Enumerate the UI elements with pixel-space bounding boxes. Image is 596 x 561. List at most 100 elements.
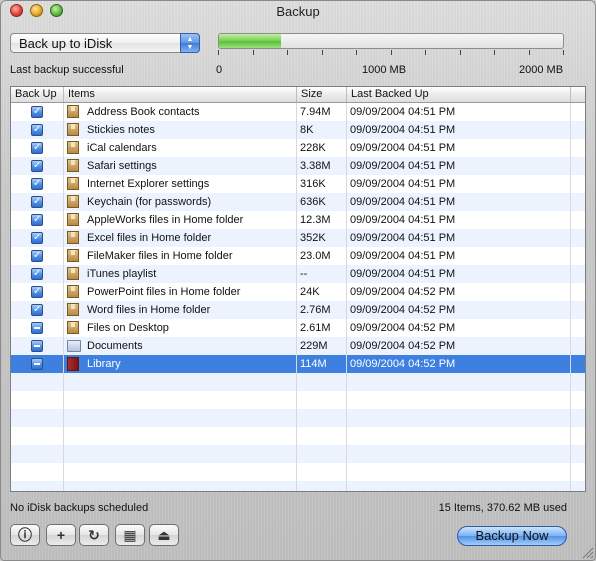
backup-checkbox-checked[interactable] bbox=[31, 250, 43, 262]
backup-checkbox-checked[interactable] bbox=[31, 286, 43, 298]
resize-grip-icon[interactable] bbox=[580, 545, 594, 559]
item-size: 12.3M bbox=[300, 214, 331, 226]
package-icon bbox=[67, 159, 79, 172]
column-header-last-backed-up[interactable]: Last Backed Up bbox=[347, 87, 571, 102]
item-last-backed-up: 09/09/2004 04:51 PM bbox=[350, 160, 456, 172]
backup-checkbox-checked[interactable] bbox=[31, 304, 43, 316]
library-book-icon bbox=[67, 357, 79, 371]
table-row bbox=[11, 445, 585, 463]
item-name: Library bbox=[87, 358, 121, 370]
item-last-backed-up: 09/09/2004 04:51 PM bbox=[350, 124, 456, 136]
item-name: Word files in Home folder bbox=[87, 304, 211, 316]
backup-checkbox-mixed[interactable] bbox=[31, 340, 43, 352]
column-header-items[interactable]: Items bbox=[64, 87, 297, 102]
item-size: 24K bbox=[300, 286, 320, 298]
item-size: 229M bbox=[300, 340, 328, 352]
item-name: Safari settings bbox=[87, 160, 157, 172]
table-row[interactable]: Excel files in Home folder 352K 09/09/2004… bbox=[11, 229, 585, 247]
item-name: Address Book contacts bbox=[87, 106, 200, 118]
backup-checkbox-checked[interactable] bbox=[31, 214, 43, 226]
backup-checkbox-checked[interactable] bbox=[31, 142, 43, 154]
scale-tick bbox=[322, 50, 323, 55]
item-name: Internet Explorer settings bbox=[87, 178, 210, 190]
item-size: 7.94M bbox=[300, 106, 331, 118]
backup-checkbox-checked[interactable] bbox=[31, 124, 43, 136]
table-row[interactable]: FileMaker files in Home folder 23.0M 09/09… bbox=[11, 247, 585, 265]
item-last-backed-up: 09/09/2004 04:51 PM bbox=[350, 196, 456, 208]
info-icon: ⓘ bbox=[18, 527, 32, 543]
table-row[interactable]: Stickies notes 8K 09/09/2004 04:51 PM bbox=[11, 121, 585, 139]
table-row bbox=[11, 409, 585, 427]
package-icon bbox=[67, 231, 79, 244]
scale-tick bbox=[218, 50, 219, 55]
add-button[interactable]: + bbox=[46, 524, 76, 546]
item-size: -- bbox=[300, 268, 308, 280]
item-last-backed-up: 09/09/2004 04:51 PM bbox=[350, 268, 456, 280]
item-size: 352K bbox=[300, 232, 326, 244]
scale-label-min: 0 bbox=[216, 64, 223, 76]
table-row[interactable]: iTunes playlist -- 09/09/2004 04:51 PM bbox=[11, 265, 585, 283]
package-icon bbox=[67, 303, 79, 316]
item-name: AppleWorks files in Home folder bbox=[87, 214, 244, 226]
items-summary: 15 Items, 370.62 MB used bbox=[438, 502, 567, 514]
table-row bbox=[11, 463, 585, 481]
backup-checkbox-checked[interactable] bbox=[31, 232, 43, 244]
table-row[interactable]: Documents 229M 09/09/2004 04:52 PM bbox=[11, 337, 585, 355]
scale-tick bbox=[391, 50, 392, 55]
package-icon bbox=[67, 195, 79, 208]
table-row bbox=[11, 427, 585, 445]
backup-checkbox-checked[interactable] bbox=[31, 178, 43, 190]
refresh-button[interactable]: ↻ bbox=[79, 524, 109, 546]
table-row[interactable]: Address Book contacts 7.94M 09/09/2004 04:… bbox=[11, 103, 585, 121]
schedule-button[interactable]: ▦ bbox=[115, 524, 145, 546]
backup-checkbox-mixed[interactable] bbox=[31, 358, 43, 370]
table-row[interactable]: iCal calendars 228K 09/09/2004 04:51 PM bbox=[11, 139, 585, 157]
backup-checkbox-checked[interactable] bbox=[31, 106, 43, 118]
backup-items-table: Back Up Items Size Last Backed Up Addres… bbox=[10, 86, 586, 492]
backup-now-button[interactable]: Backup Now bbox=[457, 526, 567, 546]
table-row bbox=[11, 373, 585, 391]
table-row bbox=[11, 481, 585, 491]
backup-checkbox-checked[interactable] bbox=[31, 196, 43, 208]
item-name: Excel files in Home folder bbox=[87, 232, 212, 244]
scale-tick bbox=[253, 50, 254, 55]
scale-tick bbox=[563, 50, 564, 55]
package-icon bbox=[67, 105, 79, 118]
table-row[interactable]: Keychain (for passwords) 636K 09/09/2004 0… bbox=[11, 193, 585, 211]
column-header-backup[interactable]: Back Up bbox=[11, 87, 64, 102]
item-size: 3.38M bbox=[300, 160, 331, 172]
scale-tick bbox=[460, 50, 461, 55]
item-name: FileMaker files in Home folder bbox=[87, 250, 233, 262]
table-row[interactable]: Files on Desktop 2.61M 09/09/2004 04:52 PM bbox=[11, 319, 585, 337]
backup-size-fill bbox=[219, 34, 281, 48]
table-row[interactable]: Word files in Home folder 2.76M 09/09/2004… bbox=[11, 301, 585, 319]
table-row[interactable]: AppleWorks files in Home folder 12.3M 09/0… bbox=[11, 211, 585, 229]
item-size: 316K bbox=[300, 178, 326, 190]
backup-checkbox-checked[interactable] bbox=[31, 160, 43, 172]
backup-checkbox-mixed[interactable] bbox=[31, 322, 43, 334]
column-divider bbox=[63, 103, 64, 491]
item-size: 636K bbox=[300, 196, 326, 208]
package-icon bbox=[67, 249, 79, 262]
package-icon bbox=[67, 321, 79, 334]
backup-checkbox-checked[interactable] bbox=[31, 268, 43, 280]
scale-tick bbox=[494, 50, 495, 55]
item-last-backed-up: 09/09/2004 04:51 PM bbox=[350, 214, 456, 226]
table-row[interactable]: PowerPoint files in Home folder 24K 09/09/… bbox=[11, 283, 585, 301]
table-row[interactable]: Internet Explorer settings 316K 09/09/2004… bbox=[11, 175, 585, 193]
table-row[interactable]: Safari settings 3.38M 09/09/2004 04:51 PM bbox=[11, 157, 585, 175]
column-divider bbox=[570, 103, 571, 491]
table-header: Back Up Items Size Last Backed Up bbox=[11, 87, 585, 103]
item-name: Files on Desktop bbox=[87, 322, 169, 334]
destination-popup[interactable]: Back up to iDisk ▲ ▼ bbox=[10, 33, 200, 53]
item-size: 114M bbox=[300, 358, 327, 370]
scale-tick bbox=[425, 50, 426, 55]
info-button[interactable]: ⓘ bbox=[10, 524, 40, 546]
package-icon bbox=[67, 123, 79, 136]
backup-size-bar bbox=[218, 33, 564, 49]
column-header-size[interactable]: Size bbox=[297, 87, 347, 102]
table-row[interactable]: Library 114M 09/09/2004 04:52 PM bbox=[11, 355, 585, 373]
eject-button[interactable]: ⏏ bbox=[149, 524, 179, 546]
scale-tick bbox=[356, 50, 357, 55]
size-scale-ticks bbox=[218, 50, 564, 56]
